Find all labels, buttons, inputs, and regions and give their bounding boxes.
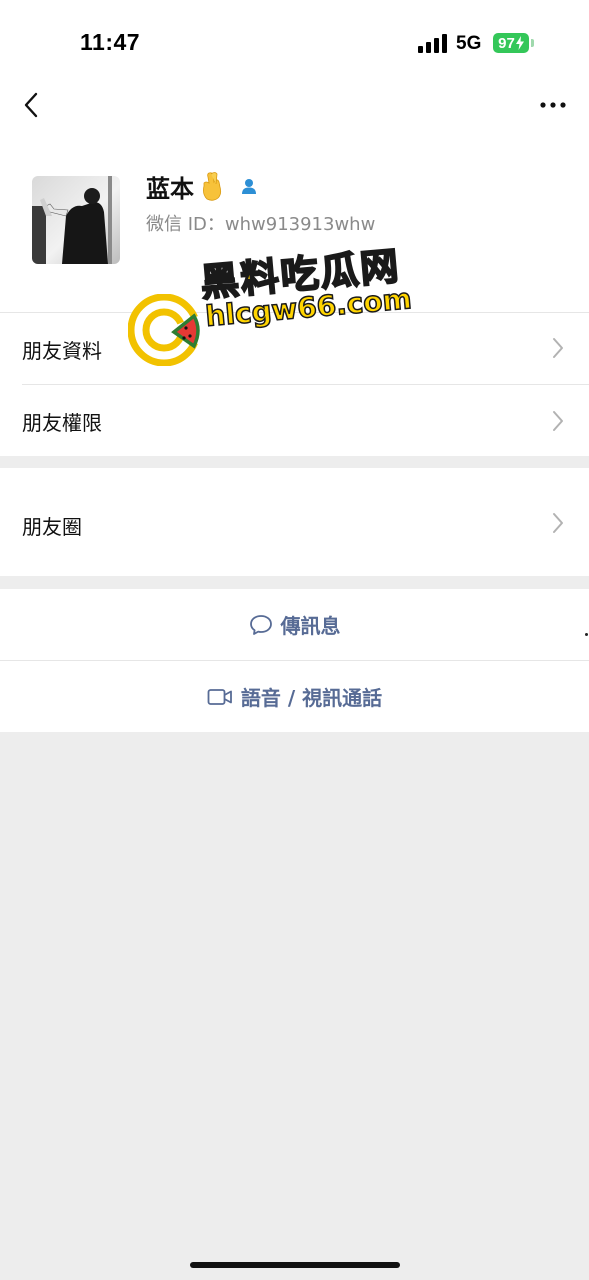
voice-video-call-button[interactable]: 語音 / 視訊通話 bbox=[0, 661, 589, 732]
voice-video-call-label: 語音 / 視訊通話 bbox=[240, 686, 383, 710]
more-button[interactable] bbox=[536, 90, 570, 120]
watermelon-logo-icon bbox=[128, 294, 200, 366]
wechat-id: 微信 ID：whw913913whw bbox=[146, 214, 376, 235]
friend-profile-label: 朋友資料 bbox=[22, 339, 102, 363]
charging-bolt-icon bbox=[515, 36, 524, 50]
chevron-right-icon bbox=[553, 411, 563, 431]
crossed-fingers-icon bbox=[203, 172, 222, 201]
battery-icon: 97 bbox=[493, 33, 529, 53]
video-camera-icon bbox=[207, 688, 232, 705]
send-message-button[interactable]: 傳訊息 bbox=[0, 589, 589, 660]
chevron-right-icon bbox=[553, 338, 563, 358]
back-button[interactable] bbox=[14, 88, 48, 122]
moments-label: 朋友圈 bbox=[22, 515, 82, 539]
status-time: 11:47 bbox=[80, 29, 141, 55]
moments-row[interactable]: 朋友圈 bbox=[0, 468, 589, 576]
home-indicator bbox=[190, 1262, 400, 1268]
signal-strength-icon bbox=[418, 33, 450, 53]
battery-level: 97 bbox=[498, 34, 515, 52]
send-message-label: 傳訊息 bbox=[280, 614, 341, 638]
friend-permissions-row[interactable]: 朋友權限 bbox=[0, 385, 589, 456]
avatar[interactable] bbox=[32, 176, 120, 264]
chat-bubble-icon bbox=[249, 614, 272, 635]
nickname-row: 蓝本 bbox=[146, 168, 258, 204]
avatar-image bbox=[32, 176, 120, 264]
chevron-left-icon bbox=[24, 92, 38, 118]
person-icon bbox=[242, 179, 256, 194]
ellipsis-icon bbox=[540, 102, 566, 108]
friend-permissions-label: 朋友權限 bbox=[22, 411, 102, 435]
stray-dot bbox=[585, 633, 588, 636]
chevron-right-icon bbox=[553, 513, 563, 533]
network-type: 5G bbox=[456, 33, 482, 54]
battery-tip bbox=[531, 39, 534, 47]
nickname: 蓝本 bbox=[146, 174, 194, 203]
